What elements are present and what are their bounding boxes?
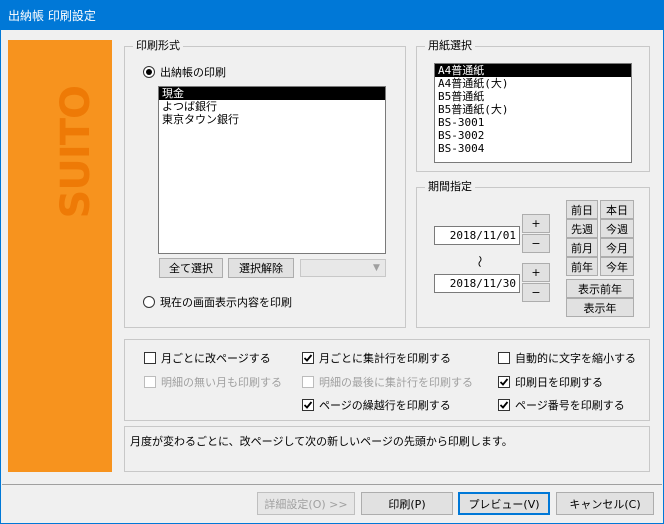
prev-week-button[interactable]: 先週 bbox=[566, 219, 598, 238]
chevron-down-icon[interactable]: ▼ bbox=[368, 260, 385, 276]
checkbox-shrink-text[interactable] bbox=[498, 352, 510, 364]
check-label: 明細の最後に集計行を印刷する bbox=[319, 376, 473, 389]
check-print-page-number[interactable]: ページ番号を印刷する bbox=[498, 397, 625, 413]
paper-list[interactable]: A4普通紙 A4普通紙(大) B5普通紙 B5普通紙(大) BS-3001 BS… bbox=[434, 63, 632, 163]
paper-item[interactable]: B5普通紙(大) bbox=[435, 103, 631, 116]
check-shrink-text[interactable]: 自動的に文字を縮小する bbox=[498, 350, 636, 366]
paper-item[interactable]: BS-3001 bbox=[435, 116, 631, 129]
check-label: 自動的に文字を縮小する bbox=[515, 352, 636, 365]
checkbox-page-break-monthly[interactable] bbox=[144, 352, 156, 364]
radio-print-ledger[interactable]: 出納帳の印刷 bbox=[143, 64, 226, 80]
paper-item[interactable]: BS-3002 bbox=[435, 129, 631, 142]
check-print-final-totals: 明細の最後に集計行を印刷する bbox=[302, 374, 473, 390]
check-label: ページの繰越行を印刷する bbox=[319, 399, 451, 412]
checkmark-icon bbox=[303, 354, 313, 362]
radio-print-screen-label: 現在の画面表示内容を印刷 bbox=[160, 296, 292, 309]
description-box: 月度が変わるごとに、改ページして次の新しいページの先頭から印刷します。 bbox=[124, 426, 650, 472]
banner-logo: SUITO bbox=[53, 86, 99, 219]
start-date-plus-button[interactable]: + bbox=[522, 214, 550, 233]
this-week-button[interactable]: 今週 bbox=[600, 219, 634, 238]
account-item-yotsuba-bank[interactable]: よつば銀行 bbox=[159, 100, 385, 113]
range-separator: ～ bbox=[472, 255, 487, 268]
deselect-button[interactable]: 選択解除 bbox=[228, 258, 294, 278]
radio-print-ledger-dot[interactable] bbox=[143, 66, 155, 78]
today-button[interactable]: 本日 bbox=[600, 200, 634, 219]
side-banner: SUITO bbox=[8, 40, 112, 472]
check-label: ページ番号を印刷する bbox=[515, 399, 625, 412]
radio-print-screen[interactable]: 現在の画面表示内容を印刷 bbox=[143, 294, 292, 310]
checkbox-print-empty-months bbox=[144, 376, 156, 388]
radio-print-ledger-label: 出納帳の印刷 bbox=[160, 66, 226, 79]
radio-print-screen-dot[interactable] bbox=[143, 296, 155, 308]
checkbox-print-final-totals bbox=[302, 376, 314, 388]
end-date-plus-button[interactable]: + bbox=[522, 263, 550, 282]
check-label: 明細の無い月も印刷する bbox=[161, 376, 282, 389]
checkbox-print-date[interactable] bbox=[498, 376, 510, 388]
window-title: 出納帳 印刷設定 bbox=[8, 8, 96, 23]
show-year-button[interactable]: 表示年 bbox=[566, 298, 634, 317]
account-combo[interactable]: ▼ bbox=[300, 259, 386, 277]
account-list[interactable]: 現金 よつば銀行 東京タウン銀行 bbox=[158, 86, 386, 254]
this-year-button[interactable]: 今年 bbox=[600, 257, 634, 276]
cancel-button[interactable]: キャンセル(C) bbox=[556, 492, 654, 515]
checkbox-print-carryover[interactable] bbox=[302, 399, 314, 411]
check-label: 月ごとに改ページする bbox=[161, 352, 271, 365]
check-print-carryover[interactable]: ページの繰越行を印刷する bbox=[302, 397, 451, 413]
paper-item[interactable]: B5普通紙 bbox=[435, 90, 631, 103]
checkmark-icon bbox=[499, 378, 509, 386]
check-print-empty-months: 明細の無い月も印刷する bbox=[144, 374, 282, 390]
print-button[interactable]: 印刷(P) bbox=[361, 492, 453, 515]
title-bar: 出納帳 印刷設定 bbox=[0, 0, 664, 30]
details-button: 詳細設定(O) >> bbox=[257, 492, 355, 515]
start-date-input[interactable]: 2018/11/01 bbox=[434, 226, 520, 245]
check-print-monthly-totals[interactable]: 月ごとに集計行を印刷する bbox=[302, 350, 451, 366]
account-item-tokyo-town-bank[interactable]: 東京タウン銀行 bbox=[159, 113, 385, 126]
end-date-input[interactable]: 2018/11/30 bbox=[434, 274, 520, 293]
print-format-legend: 印刷形式 bbox=[133, 39, 183, 53]
start-date-minus-button[interactable]: − bbox=[522, 234, 550, 253]
paper-legend: 用紙選択 bbox=[425, 39, 475, 53]
check-label: 月ごとに集計行を印刷する bbox=[319, 352, 451, 365]
checkbox-print-monthly-totals[interactable] bbox=[302, 352, 314, 364]
select-all-button[interactable]: 全て選択 bbox=[159, 258, 223, 278]
checkmark-icon bbox=[303, 401, 313, 409]
check-label: 印刷日を印刷する bbox=[515, 376, 603, 389]
check-print-date[interactable]: 印刷日を印刷する bbox=[498, 374, 603, 390]
period-legend: 期間指定 bbox=[425, 180, 475, 194]
this-month-button[interactable]: 今月 bbox=[600, 238, 634, 257]
paper-item[interactable]: A4普通紙(大) bbox=[435, 77, 631, 90]
account-item-cash[interactable]: 現金 bbox=[159, 87, 385, 100]
end-date-minus-button[interactable]: − bbox=[522, 283, 550, 302]
checkbox-print-page-number[interactable] bbox=[498, 399, 510, 411]
prev-day-button[interactable]: 前日 bbox=[566, 200, 598, 219]
paper-item[interactable]: BS-3004 bbox=[435, 142, 631, 155]
preview-button[interactable]: プレビュー(V) bbox=[458, 492, 550, 515]
prev-month-button[interactable]: 前月 bbox=[566, 238, 598, 257]
checkmark-icon bbox=[499, 401, 509, 409]
description-text: 月度が変わるごとに、改ページして次の新しいページの先頭から印刷します。 bbox=[130, 435, 513, 448]
paper-item[interactable]: A4普通紙 bbox=[435, 64, 631, 77]
show-prev-year-button[interactable]: 表示前年 bbox=[566, 279, 634, 298]
check-page-break-monthly[interactable]: 月ごとに改ページする bbox=[144, 350, 271, 366]
prev-year-button[interactable]: 前年 bbox=[566, 257, 598, 276]
